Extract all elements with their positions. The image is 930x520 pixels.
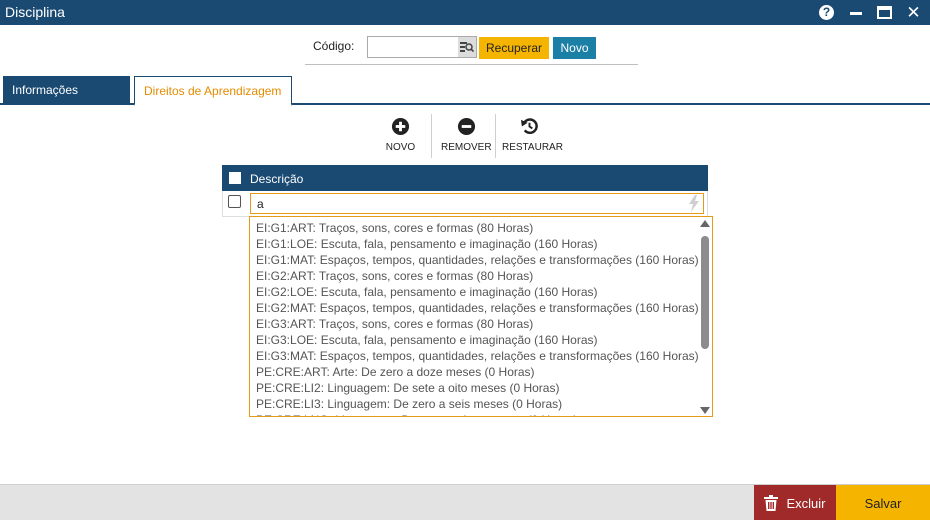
toolbar-restaurar-label: RESTAURAR [502,142,563,153]
toolbar-restaurar-button[interactable]: RESTAURAR [502,114,563,158]
table-row [222,191,708,217]
autocomplete-option[interactable]: PE:CRE:ART: Arte: De zero a doze meses (… [256,364,696,380]
code-label: Código: [313,39,355,53]
plus-circle-icon [391,117,410,136]
dropdown-scrollbar[interactable] [700,220,710,414]
select-all-checkbox[interactable] [229,172,241,184]
tab-informacoes-basicas[interactable]: Informações básicas [3,76,130,126]
autocomplete-option[interactable]: EI:G3:LOE: Escuta, fala, pensamento e im… [256,332,696,348]
excluir-label: Excluir [786,495,826,511]
toolbar-remover-button[interactable]: REMOVER [441,114,492,158]
autocomplete-option[interactable]: EI:G2:ART: Traços, sons, cores e formas … [256,268,696,284]
autocomplete-option[interactable]: EI:G1:MAT: Espaços, tempos, quantidades,… [256,252,699,268]
autocomplete-option[interactable]: EI:G3:MAT: Espaços, tempos, quantidades,… [256,348,699,364]
autocomplete-option[interactable]: PE:CRE:LI2: Linguagem: De sete a oito me… [256,380,696,396]
learning-rights-grid: Descrição [222,165,708,217]
lookup-icon[interactable] [458,36,477,58]
help-icon[interactable]: ? [818,4,835,21]
autocomplete-option[interactable]: EI:G3:ART: Traços, sons, cores e formas … [256,316,696,332]
maximize-icon[interactable] [876,4,893,21]
app-window: Disciplina ? ✕ Código: Recuperar Novo In… [0,0,930,520]
toolbar-remover-label: REMOVER [441,142,492,153]
autocomplete-option[interactable]: PE:CRE:LNG: Linguagem: De nove a doze me… [256,412,696,416]
recuperar-button[interactable]: Recuperar [479,37,549,59]
toolbar-divider [495,114,496,158]
trash-icon [764,495,779,511]
row-checkbox[interactable] [228,195,241,208]
grid-header: Descrição [222,165,708,191]
autocomplete-list: EI:G1:ART: Traços, sons, cores e formas … [256,220,699,416]
column-header-descricao: Descrição [250,172,304,186]
window-title: Disciplina [5,4,65,20]
autocomplete-option[interactable]: EI:G1:ART: Traços, sons, cores e formas … [256,220,696,236]
title-bar: Disciplina ? ✕ [0,0,930,25]
toolbar-novo-label: NOVO [385,142,416,153]
restore-icon [520,118,538,135]
minus-circle-icon [457,117,475,136]
salvar-button[interactable]: Salvar [836,485,930,520]
footer-bar: Excluir Salvar [0,484,930,520]
autocomplete-option[interactable]: PE:CRE:LI3: Linguagem: De zero a seis me… [256,396,696,412]
close-icon[interactable]: ✕ [905,4,922,21]
excluir-button[interactable]: Excluir [754,485,836,520]
code-input[interactable] [367,36,459,58]
autocomplete-option[interactable]: EI:G2:MAT: Espaços, tempos, quantidades,… [256,300,699,316]
novo-button[interactable]: Novo [553,37,596,59]
lightning-icon [689,195,699,212]
minimize-icon[interactable] [847,4,864,21]
code-search-row: Código: Recuperar Novo [305,36,638,65]
descricao-autocomplete-input[interactable] [250,193,704,214]
tab-direitos-de-aprendizagem[interactable]: Direitos de Aprendizagem [134,76,292,106]
scroll-down-icon[interactable] [700,407,710,414]
autocomplete-option[interactable]: EI:G1:LOE: Escuta, fala, pensamento e im… [256,236,696,252]
autocomplete-dropdown: EI:G1:ART: Traços, sons, cores e formas … [249,216,713,417]
scroll-up-icon[interactable] [700,220,710,227]
autocomplete-option[interactable]: EI:G2:LOE: Escuta, fala, pensamento e im… [256,284,696,300]
toolbar-divider [431,114,432,158]
scroll-thumb[interactable] [701,236,709,349]
tab-bar: Informações básicas Direitos de Aprendiz… [0,76,930,126]
toolbar-novo-button[interactable]: NOVO [378,114,423,158]
